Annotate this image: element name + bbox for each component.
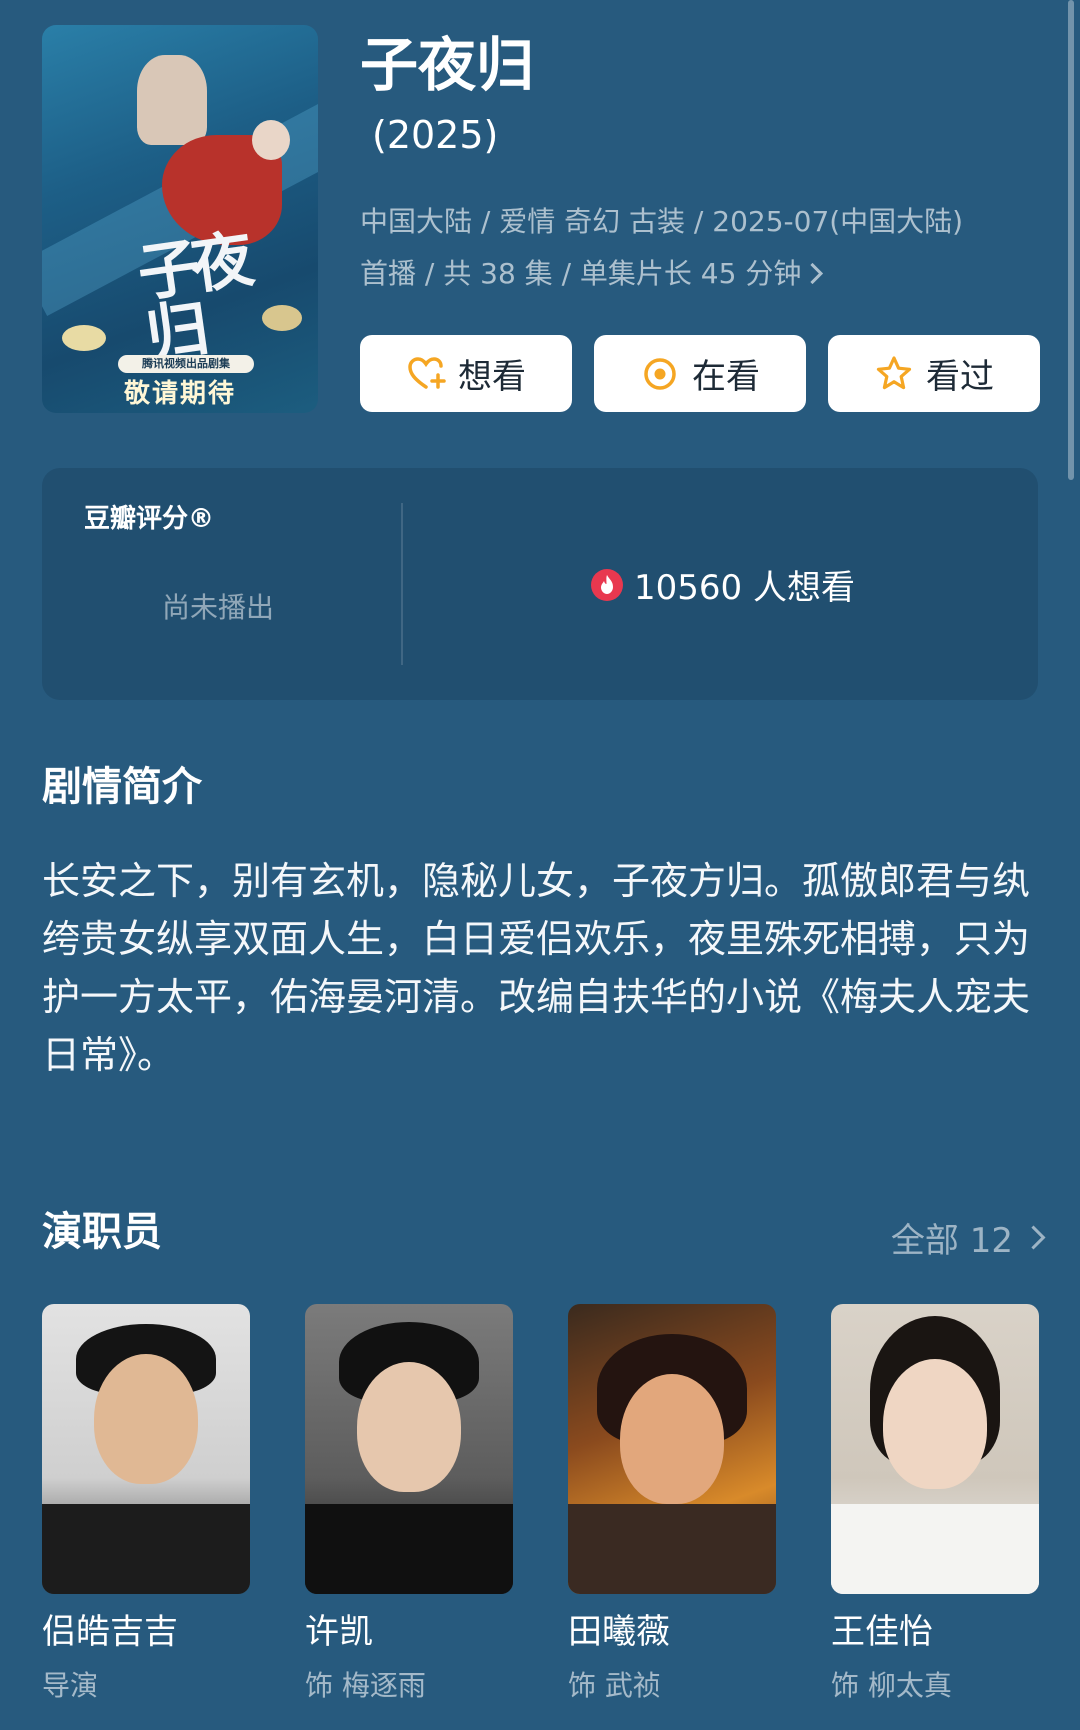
cast-card[interactable]: 侣皓吉吉 导演 — [42, 1304, 250, 1702]
cast-role: 导演 — [42, 1669, 99, 1702]
poster-image[interactable]: 子夜归 腾讯视频出品剧集 敬请期待 — [42, 25, 318, 413]
page-title: 子夜归 — [360, 31, 535, 99]
poster-figure — [252, 120, 290, 160]
cast-photo — [568, 1304, 776, 1594]
cast-photo — [42, 1304, 250, 1594]
release-year: (2025) — [372, 113, 499, 157]
synopsis-text: 长安之下，别有玄机，隐秘儿女，子夜方归。孤傲郎君与纨绔贵女纵享双面人生，白日爱侣… — [42, 859, 1031, 1077]
wish-count-text: 10560 人想看 — [634, 568, 855, 608]
cast-view-all-label: 全部 12 — [890, 1221, 1013, 1261]
cast-card[interactable]: 田曦薇 饰 武祯 — [568, 1304, 776, 1702]
watched-button[interactable]: 看过 — [828, 335, 1040, 412]
watching-button[interactable]: 在看 — [594, 335, 806, 412]
poster-lotus — [262, 305, 302, 331]
cast-card[interactable]: 王佳怡 饰 柳太真 — [831, 1304, 1039, 1702]
meta-line-1: 中国大陆 / 爱情 奇幻 古装 / 2025-07(中国大陆) — [360, 205, 964, 238]
poster-figure — [137, 55, 207, 145]
rating-card[interactable]: 豆瓣评分® 尚未播出 10560 人想看 — [42, 468, 1038, 700]
meta-info[interactable]: 中国大陆 / 爱情 奇幻 古装 / 2025-07(中国大陆) 首播 / 共 3… — [360, 196, 1050, 300]
circle-dot-icon — [644, 357, 676, 390]
want-to-watch-label: 想看 — [458, 357, 526, 397]
chevron-right-icon — [802, 262, 824, 284]
poster-calligraphy-title: 子夜归 — [133, 222, 251, 372]
cast-role: 饰 梅逐雨 — [305, 1669, 426, 1702]
want-to-watch-button[interactable]: 想看 — [360, 335, 572, 412]
meta-line-2-text: 首播 / 共 38 集 / 单集片长 45 分钟 — [360, 257, 802, 290]
cast-view-all-link[interactable]: 全部 12 — [890, 1213, 1046, 1262]
flame-icon — [591, 568, 623, 601]
cast-name: 王佳怡 — [831, 1612, 933, 1652]
cast-role: 饰 武祯 — [568, 1669, 661, 1702]
poster-tagline: 敬请期待 — [123, 379, 236, 409]
poster-badge: 腾讯视频出品剧集 — [118, 355, 254, 373]
poster-lotus — [62, 325, 106, 351]
star-icon — [876, 355, 912, 389]
cast-role: 饰 柳太真 — [831, 1669, 952, 1702]
cast-photo — [305, 1304, 513, 1594]
rating-status: 尚未播出 — [162, 591, 275, 624]
cast-heading: 演职员 — [42, 1209, 162, 1255]
cast-card[interactable]: 许凯 饰 梅逐雨 — [305, 1304, 513, 1702]
cast-photo — [831, 1304, 1039, 1594]
cast-name: 田曦薇 — [568, 1612, 670, 1652]
divider — [401, 503, 403, 665]
heart-plus-icon — [408, 356, 446, 389]
watching-label: 在看 — [692, 357, 760, 397]
douban-rating-label: 豆瓣评分® — [84, 504, 215, 534]
cast-name: 侣皓吉吉 — [42, 1612, 178, 1652]
cast-name: 许凯 — [305, 1612, 373, 1652]
synopsis-heading: 剧情简介 — [42, 764, 202, 810]
chevron-right-icon — [1021, 1225, 1046, 1250]
watched-label: 看过 — [926, 357, 994, 397]
scrollbar-thumb[interactable] — [1068, 0, 1074, 480]
meta-line-2: 首播 / 共 38 集 / 单集片长 45 分钟 — [360, 248, 1050, 300]
wish-count: 10560 人想看 — [590, 560, 855, 609]
